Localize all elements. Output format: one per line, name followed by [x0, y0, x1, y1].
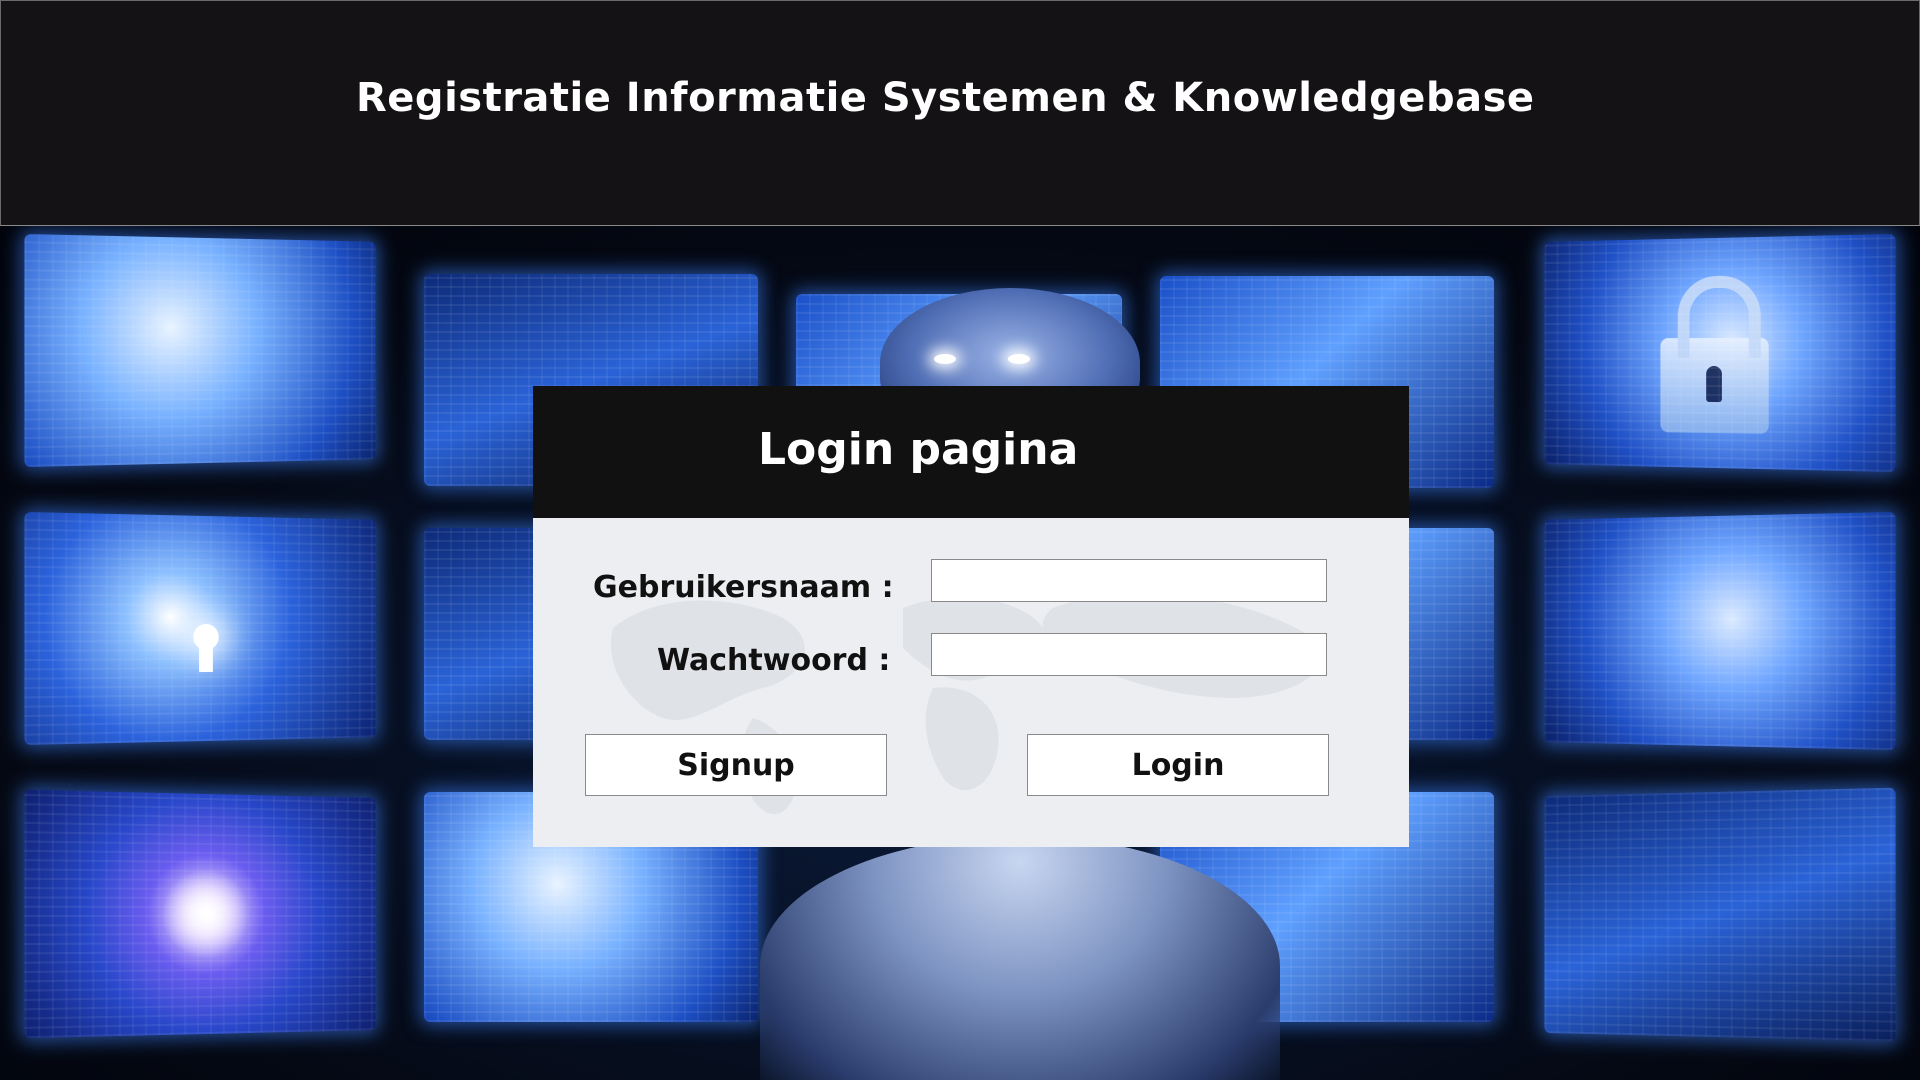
screen-tile: [24, 789, 376, 1039]
login-dialog: Login pagina Gebruikersnaam : Wachtwoord…: [533, 386, 1409, 847]
page-title: Registratie Informatie Systemen & Knowle…: [356, 75, 1535, 121]
signup-button[interactable]: Signup: [585, 734, 887, 796]
robot-eye: [934, 354, 956, 364]
screen-tile: [1544, 787, 1896, 1042]
password-label: Wachtwoord :: [657, 643, 891, 678]
username-label: Gebruikersnaam :: [593, 570, 894, 605]
username-input[interactable]: [931, 559, 1327, 602]
login-title: Login pagina: [758, 424, 1079, 475]
light-burst: [161, 868, 250, 960]
padlock-icon: [1660, 337, 1769, 434]
robot-eye: [1008, 354, 1030, 364]
app-window: Registratie Informatie Systemen & Knowle…: [0, 0, 1920, 1080]
header-bar: Registratie Informatie Systemen & Knowle…: [0, 0, 1920, 226]
screen-tile: [1544, 233, 1896, 473]
login-header: Login pagina: [533, 386, 1409, 518]
password-input[interactable]: [931, 633, 1327, 676]
screen-tile: [24, 233, 376, 468]
robot-hand-image: [760, 836, 1280, 1080]
screen-tile: [24, 511, 376, 746]
login-form: Gebruikersnaam : Wachtwoord : Signup Log…: [533, 518, 1409, 847]
keyhole-icon: [193, 623, 219, 651]
login-button[interactable]: Login: [1027, 734, 1329, 796]
screen-tile: [1544, 511, 1896, 751]
